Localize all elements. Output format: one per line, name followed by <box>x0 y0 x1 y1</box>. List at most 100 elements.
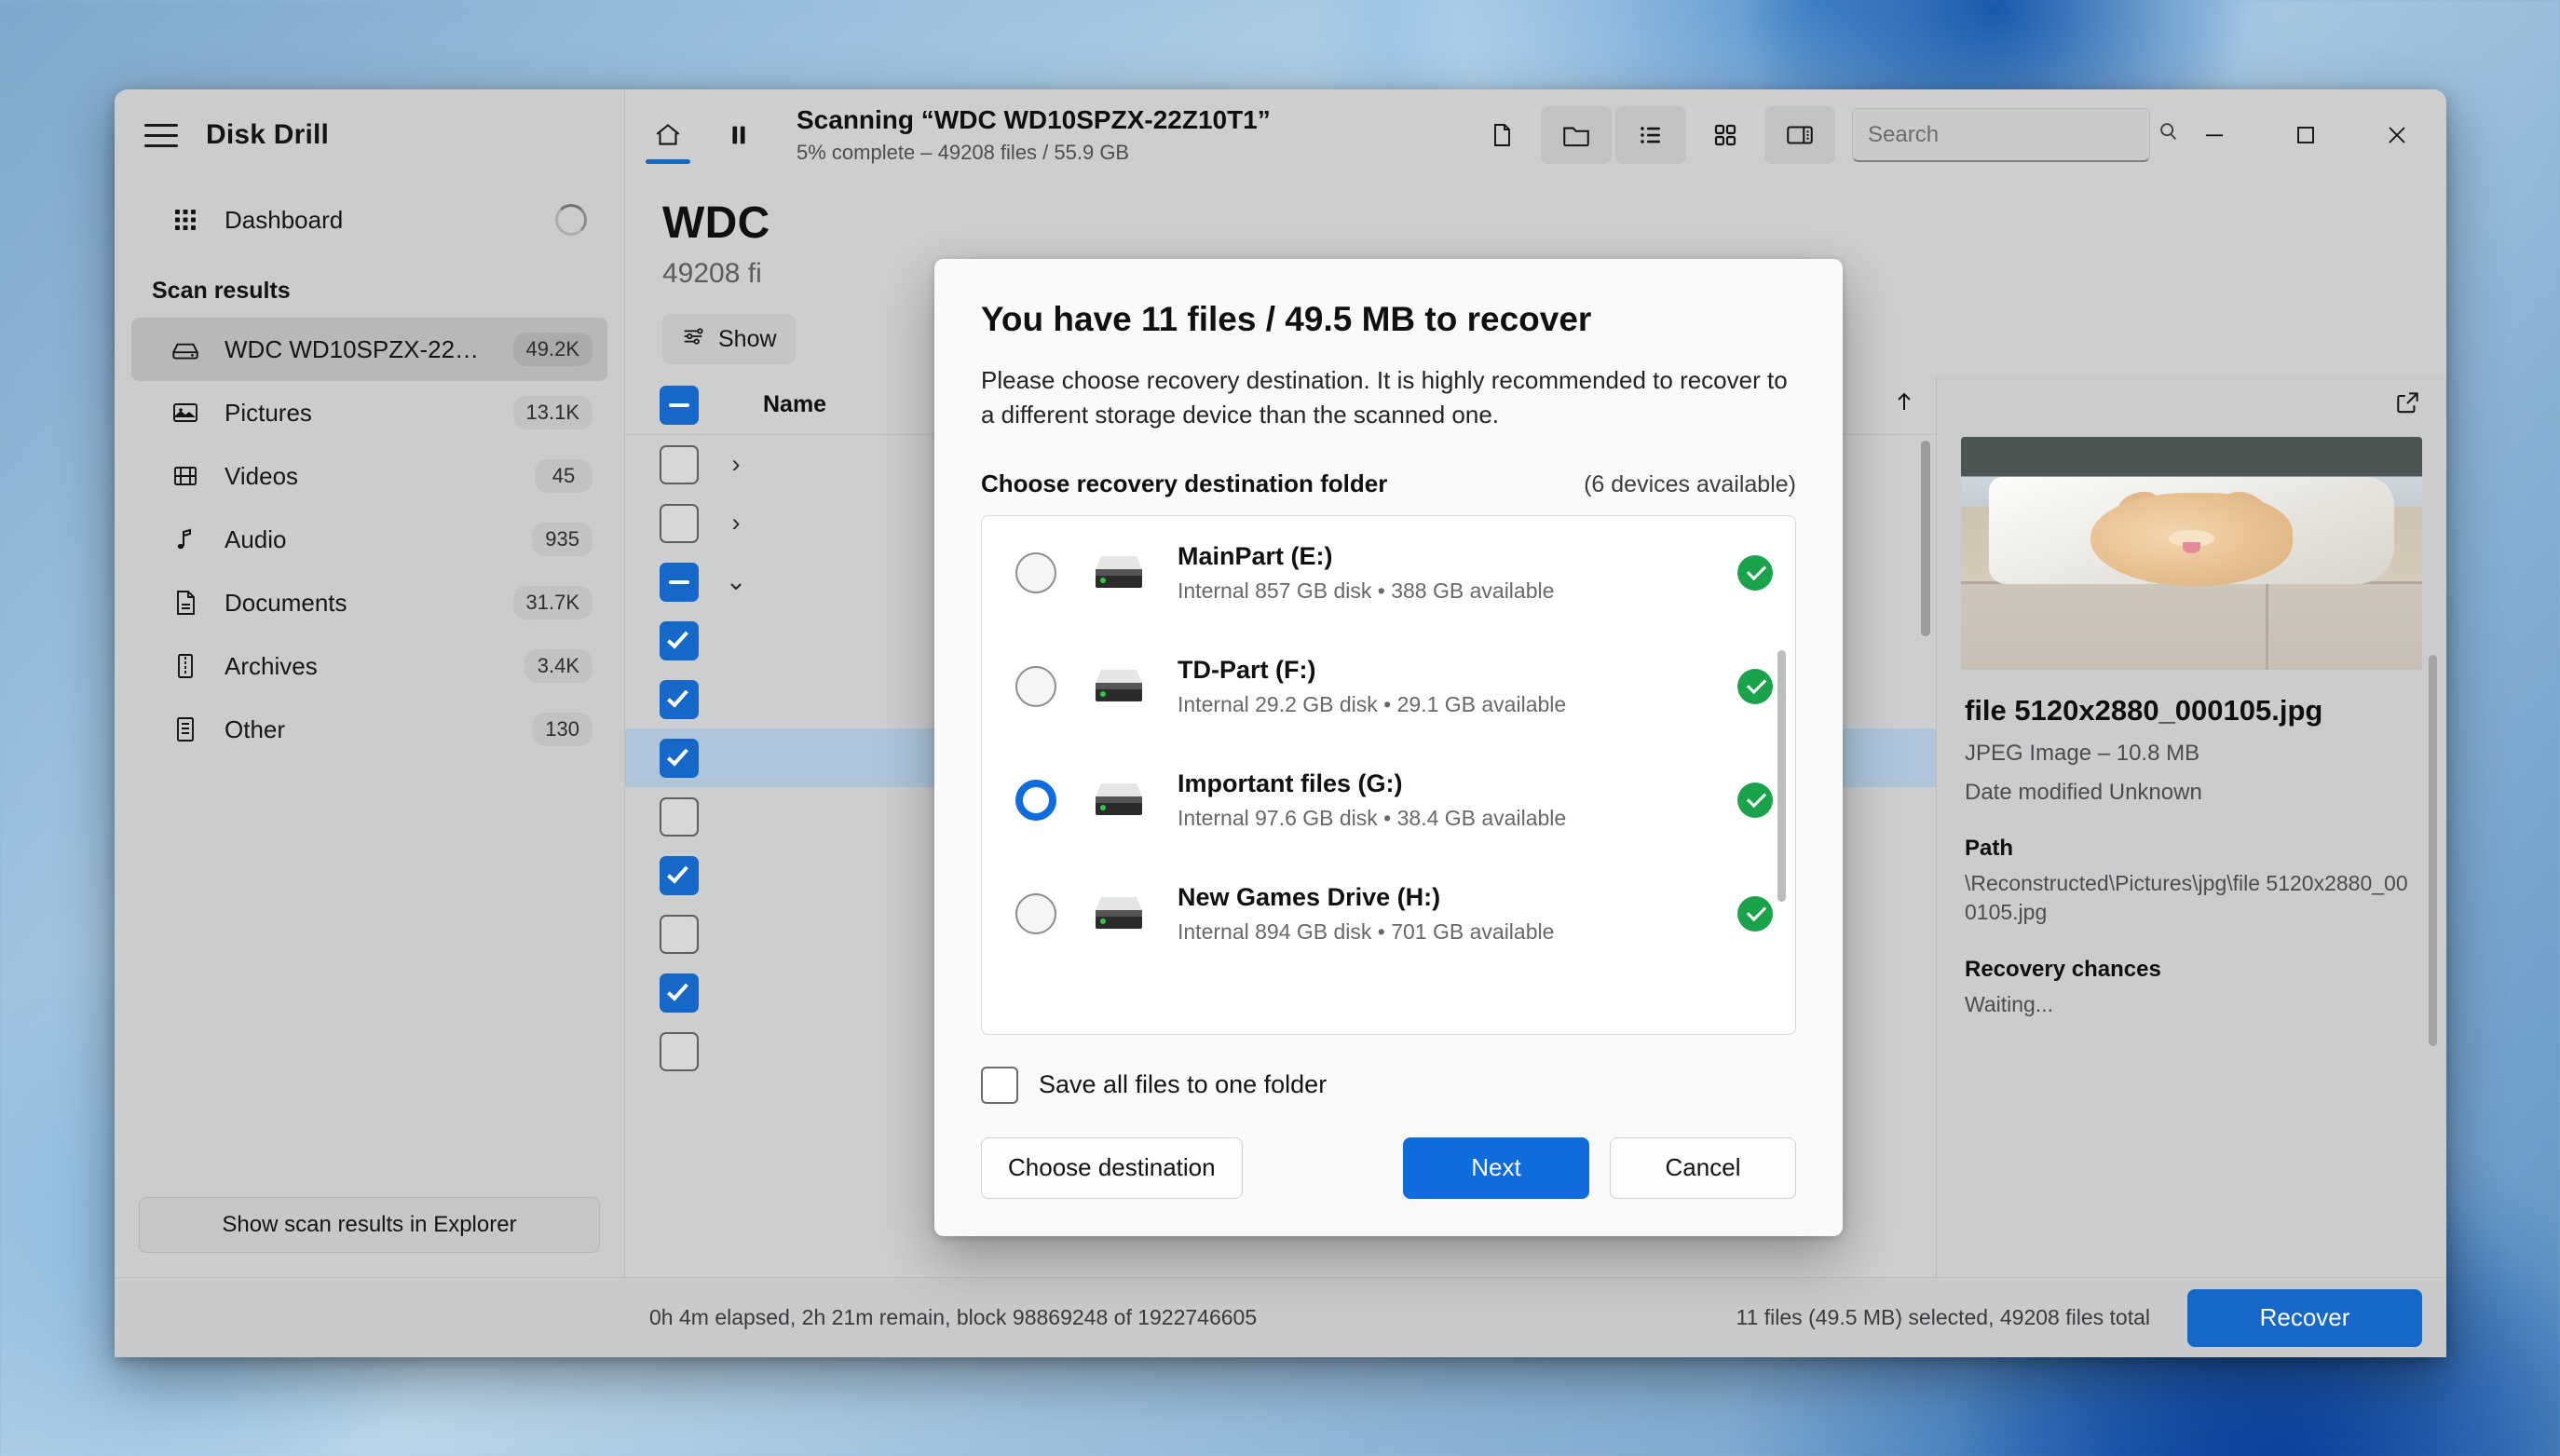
drive-icon <box>1084 780 1153 821</box>
sidebar-item-pictures[interactable]: Pictures 13.1K <box>131 381 607 444</box>
maximize-button[interactable] <box>2262 89 2349 181</box>
minimize-button[interactable] <box>2171 89 2258 181</box>
device-name: TD-Part (F:) <box>1178 655 1316 684</box>
image-icon <box>169 396 202 429</box>
show-scan-results-in-explorer-button[interactable]: Show scan results in Explorer <box>139 1197 600 1253</box>
row-checkbox[interactable] <box>649 503 709 543</box>
device-option[interactable]: TD-Part (F:) Internal 29.2 GB disk • 29.1… <box>982 630 1795 743</box>
sidebar-item-label: Videos <box>225 461 299 490</box>
row-checkbox[interactable] <box>649 620 709 660</box>
dialog-title: You have 11 files / 49.5 MB to recover <box>981 300 1592 338</box>
recover-button[interactable]: Recover <box>2187 1288 2422 1347</box>
row-checkbox[interactable] <box>649 738 709 778</box>
sidebar-item-count: 49.2K <box>512 333 592 366</box>
sidebar-item-count: 935 <box>532 523 592 556</box>
hamburger-menu-icon[interactable] <box>141 115 182 156</box>
close-button[interactable] <box>2353 89 2441 181</box>
sidebar: Disk Drill Dashboard Scan results WDC WD… <box>115 89 625 1277</box>
checkbox-box <box>981 1066 1018 1104</box>
show-filter-button[interactable]: Show <box>662 314 796 364</box>
sidebar-section-label: Scan results <box>152 278 291 304</box>
scan-subtitle: 5% complete – 49208 files / 55.9 GB <box>797 141 1130 164</box>
sidebar-item-other[interactable]: Other 130 <box>131 698 607 761</box>
list-view-icon[interactable] <box>1615 106 1686 164</box>
select-all-checkbox[interactable] <box>649 385 709 425</box>
row-checkbox[interactable] <box>649 973 709 1013</box>
archive-zip-icon <box>169 649 202 683</box>
pause-icon[interactable] <box>703 89 774 181</box>
device-meta: Internal 894 GB disk • 701 GB available <box>1178 919 1555 944</box>
column-header-name[interactable]: Name <box>763 391 826 418</box>
next-button[interactable]: Next <box>1403 1136 1589 1199</box>
preview-chances-label: Recovery chances <box>1965 956 2161 982</box>
device-text: MainPart (E:) Internal 857 GB disk • 388 … <box>1178 542 1737 604</box>
disk-drill-window: Disk Drill Dashboard Scan results WDC WD… <box>115 89 2446 1357</box>
device-radio[interactable] <box>1015 551 1056 593</box>
row-expand-icon[interactable]: ⌄ <box>709 567 763 596</box>
device-text: New Games Drive (H:) Internal 894 GB disk… <box>1178 883 1737 945</box>
film-icon <box>169 459 202 493</box>
row-checkbox[interactable] <box>649 679 709 719</box>
row-checkbox[interactable] <box>649 444 709 484</box>
row-checkbox[interactable] <box>649 796 709 837</box>
sidebar-item-count: 130 <box>532 713 592 746</box>
device-radio[interactable] <box>1015 665 1056 707</box>
app-title: Disk Drill <box>206 119 330 150</box>
dialog-description: Please choose recovery destination. It i… <box>981 366 1788 429</box>
sidebar-item-archives[interactable]: Archives 3.4K <box>131 634 607 698</box>
sidebar-item-dashboard[interactable]: Dashboard <box>131 188 607 252</box>
preview-pane-icon[interactable] <box>1764 106 1835 164</box>
sidebar-footer: Show scan results in Explorer <box>115 1182 624 1277</box>
row-expand-icon[interactable]: › <box>709 450 763 479</box>
preview-thumbnail[interactable] <box>1961 437 2422 670</box>
device-radio[interactable] <box>1015 779 1056 821</box>
sliders-icon <box>681 324 705 355</box>
preview-file-name: file 5120x2880_000105.jpg <box>1965 694 2323 727</box>
sidebar-item-audio[interactable]: Audio 935 <box>131 508 607 571</box>
row-checkbox[interactable] <box>649 855 709 895</box>
status-center: 0h 4m elapsed, 2h 21m remain, block 9886… <box>625 1305 2187 1330</box>
file-view-icon[interactable] <box>1466 106 1537 164</box>
page-title: WDC <box>662 198 770 248</box>
device-radio[interactable] <box>1015 892 1056 934</box>
cancel-button[interactable]: Cancel <box>1610 1136 1796 1199</box>
row-expand-icon[interactable]: › <box>709 509 763 537</box>
device-count-label: (6 devices available) <box>1584 470 1796 497</box>
preview-panel: file 5120x2880_000105.jpg JPEG Image – 1… <box>1936 375 2446 1277</box>
preview-toolbar <box>1937 375 2446 433</box>
sidebar-item-count: 45 <box>535 459 592 493</box>
folder-view-icon[interactable] <box>1541 106 1612 164</box>
dialog-section-header: Choose recovery destination folder (6 de… <box>981 469 1796 498</box>
sidebar-item-documents[interactable]: Documents 31.7K <box>131 571 607 634</box>
table-scrollbar[interactable] <box>1921 441 1930 1268</box>
device-meta: Internal 97.6 GB disk • 38.4 GB availabl… <box>1178 805 1567 830</box>
device-list-scrollbar[interactable] <box>1777 529 1786 1021</box>
device-text: TD-Part (F:) Internal 29.2 GB disk • 29.1… <box>1178 656 1737 717</box>
scan-title: Scanning “WDC WD10SPZX-22Z10T1” <box>797 105 1271 134</box>
grid-view-icon[interactable] <box>1690 106 1761 164</box>
drive-icon <box>1084 893 1153 934</box>
choose-destination-button[interactable]: Choose destination <box>981 1136 1243 1199</box>
search-input[interactable] <box>1852 108 2177 162</box>
grid-icon <box>169 203 202 237</box>
search-field[interactable] <box>1868 121 2157 148</box>
open-external-icon[interactable] <box>2394 388 2422 421</box>
music-note-icon <box>169 523 202 556</box>
device-option[interactable]: MainPart (E:) Internal 857 GB disk • 388 … <box>982 516 1795 630</box>
check-circle-icon <box>1737 554 1773 591</box>
save-all-files-checkbox[interactable]: Save all files to one folder <box>981 1066 1796 1104</box>
sidebar-item-label: Documents <box>225 588 347 617</box>
row-checkbox[interactable] <box>649 914 709 954</box>
row-checkbox[interactable] <box>649 562 709 602</box>
home-icon[interactable] <box>633 89 703 181</box>
device-option[interactable]: Important files (G:) Internal 97.6 GB dis… <box>982 743 1795 857</box>
device-meta: Internal 857 GB disk • 388 GB available <box>1178 578 1555 603</box>
preview-scrollbar[interactable] <box>2429 655 2437 1240</box>
sidebar-item-videos[interactable]: Videos 45 <box>131 444 607 508</box>
sidebar-item-wdc-drive[interactable]: WDC WD10SPZX-22Z1... 49.2K <box>131 318 607 381</box>
selection-summary-text: 11 files (49.5 MB) selected, 49208 files… <box>1736 1305 2150 1329</box>
device-option[interactable]: New Games Drive (H:) Internal 894 GB disk… <box>982 857 1795 971</box>
sidebar-item-label: Dashboard <box>225 205 344 234</box>
row-checkbox[interactable] <box>649 1031 709 1071</box>
recovery-destination-dialog: You have 11 files / 49.5 MB to recover P… <box>934 259 1843 1236</box>
